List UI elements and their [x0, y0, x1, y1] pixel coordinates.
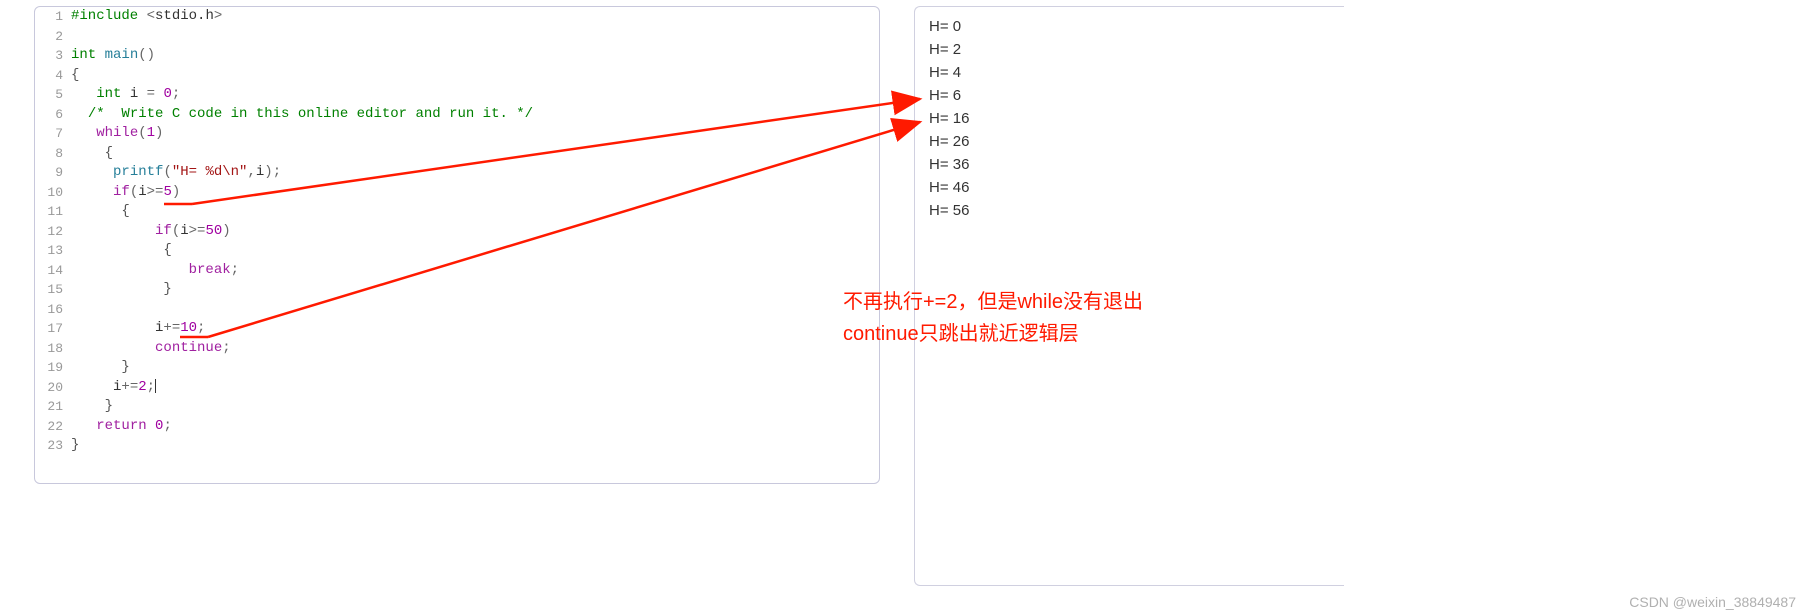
line-number: 20: [35, 378, 71, 398]
line-number: 16: [35, 300, 71, 320]
output-line: H= 36: [929, 153, 1344, 176]
line-number: 21: [35, 397, 71, 417]
code-content[interactable]: [71, 27, 879, 47]
code-line[interactable]: 19 }: [35, 358, 879, 378]
line-number: 1: [35, 7, 71, 27]
code-content[interactable]: }: [71, 397, 879, 417]
line-number: 9: [35, 163, 71, 183]
line-number: 14: [35, 261, 71, 281]
code-content[interactable]: i+=2;: [71, 378, 879, 398]
output-line: H= 6: [929, 84, 1344, 107]
annotation-line-2: continue只跳出就近逻辑层: [843, 318, 1143, 350]
code-line[interactable]: 3int main(): [35, 46, 879, 66]
code-content[interactable]: return 0;: [71, 417, 879, 437]
code-line[interactable]: 10 if(i>=5): [35, 183, 879, 203]
line-number: 4: [35, 66, 71, 86]
line-number: 13: [35, 241, 71, 261]
code-content[interactable]: while(1): [71, 124, 879, 144]
annotation-line-1: 不再执行+=2，但是while没有退出: [843, 286, 1143, 318]
output-line: H= 16: [929, 107, 1344, 130]
code-line[interactable]: 14 break;: [35, 261, 879, 281]
code-line[interactable]: 9 printf("H= %d\n",i);: [35, 163, 879, 183]
code-content[interactable]: {: [71, 241, 879, 261]
code-content[interactable]: if(i>=50): [71, 222, 879, 242]
line-number: 6: [35, 105, 71, 125]
code-content[interactable]: #include <stdio.h>: [71, 7, 879, 27]
output-line: H= 46: [929, 176, 1344, 199]
code-line[interactable]: 13 {: [35, 241, 879, 261]
line-number: 15: [35, 280, 71, 300]
output-line: H= 26: [929, 130, 1344, 153]
line-number: 19: [35, 358, 71, 378]
code-content[interactable]: }: [71, 436, 879, 456]
code-line[interactable]: 23}: [35, 436, 879, 456]
code-content[interactable]: int main(): [71, 46, 879, 66]
code-content[interactable]: {: [71, 66, 879, 86]
code-content[interactable]: {: [71, 144, 879, 164]
line-number: 22: [35, 417, 71, 437]
code-content[interactable]: break;: [71, 261, 879, 281]
output-line: H= 0: [929, 15, 1344, 38]
line-number: 10: [35, 183, 71, 203]
code-content[interactable]: [71, 300, 879, 320]
code-line[interactable]: 2: [35, 27, 879, 47]
line-number: 3: [35, 46, 71, 66]
line-number: 2: [35, 27, 71, 47]
code-content[interactable]: int i = 0;: [71, 85, 879, 105]
code-line[interactable]: 7 while(1): [35, 124, 879, 144]
line-number: 17: [35, 319, 71, 339]
watermark: CSDN @weixin_38849487: [1629, 594, 1796, 610]
code-content[interactable]: printf("H= %d\n",i);: [71, 163, 879, 183]
line-number: 7: [35, 124, 71, 144]
code-line[interactable]: 1#include <stdio.h>: [35, 7, 879, 27]
output-line: H= 4: [929, 61, 1344, 84]
line-number: 12: [35, 222, 71, 242]
code-line[interactable]: 17 i+=10;: [35, 319, 879, 339]
line-number: 23: [35, 436, 71, 456]
code-line[interactable]: 6 /* Write C code in this online editor …: [35, 105, 879, 125]
code-content[interactable]: /* Write C code in this online editor an…: [71, 105, 879, 125]
output-line: H= 2: [929, 38, 1344, 61]
code-content[interactable]: {: [71, 202, 879, 222]
code-line[interactable]: 4{: [35, 66, 879, 86]
code-line[interactable]: 11 {: [35, 202, 879, 222]
code-line[interactable]: 16: [35, 300, 879, 320]
code-line[interactable]: 21 }: [35, 397, 879, 417]
line-number: 8: [35, 144, 71, 164]
line-number: 5: [35, 85, 71, 105]
annotation-text: 不再执行+=2，但是while没有退出 continue只跳出就近逻辑层: [843, 286, 1143, 350]
code-line[interactable]: 20 i+=2;: [35, 378, 879, 398]
code-content[interactable]: }: [71, 280, 879, 300]
code-editor-panel[interactable]: 1#include <stdio.h>23int main()4{5 int i…: [34, 6, 880, 484]
code-content[interactable]: if(i>=5): [71, 183, 879, 203]
code-line[interactable]: 15 }: [35, 280, 879, 300]
line-number: 18: [35, 339, 71, 359]
output-line: H= 56: [929, 199, 1344, 222]
code-line[interactable]: 22 return 0;: [35, 417, 879, 437]
code-line[interactable]: 18 continue;: [35, 339, 879, 359]
code-content[interactable]: continue;: [71, 339, 879, 359]
code-line[interactable]: 8 {: [35, 144, 879, 164]
code-line[interactable]: 12 if(i>=50): [35, 222, 879, 242]
code-content[interactable]: }: [71, 358, 879, 378]
code-content[interactable]: i+=10;: [71, 319, 879, 339]
code-line[interactable]: 5 int i = 0;: [35, 85, 879, 105]
line-number: 11: [35, 202, 71, 222]
